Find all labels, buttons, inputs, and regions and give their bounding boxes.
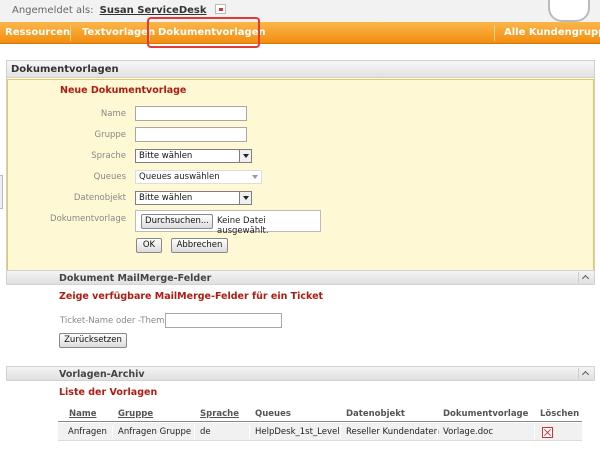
cell-separator xyxy=(194,425,195,439)
table-row[interactable]: Anfragen Anfragen Gruppe de HelpDesk_1st… xyxy=(58,423,582,441)
cell-dataobject: Reseller Kundendaten xyxy=(346,427,440,437)
main-nav: Ressourcen Textvorlagen Dokumentvorlagen… xyxy=(0,22,600,44)
delete-icon[interactable] xyxy=(542,427,553,438)
chevron-down-icon[interactable] xyxy=(239,150,251,162)
archive-section-title: Liste der Vorlagen xyxy=(59,387,158,398)
nav-item-ressourcen[interactable]: Ressourcen xyxy=(5,22,70,44)
ticket-label: Ticket-Name oder -Thema xyxy=(60,316,170,326)
nav-separator xyxy=(70,25,71,41)
chevron-down-icon[interactable] xyxy=(252,175,258,179)
document-label: Dokumentvorlage xyxy=(50,214,126,224)
collapse-up-icon[interactable] xyxy=(578,272,592,283)
cell-separator xyxy=(437,425,438,439)
panel-title: Dokumentvorlagen xyxy=(7,61,594,78)
column-header-queues: Queues xyxy=(255,409,291,419)
form-section-title: Neue Dokumentvorlage xyxy=(60,85,187,96)
collapse-up-icon[interactable] xyxy=(578,368,592,379)
mailmerge-title: Dokument MailMerge-Felder xyxy=(59,273,212,284)
ticket-input[interactable] xyxy=(165,313,282,328)
name-input[interactable] xyxy=(135,106,247,121)
column-header-group[interactable]: Gruppe xyxy=(118,409,153,419)
queues-multiselect[interactable]: Queues auswählen xyxy=(135,170,262,184)
language-label: Sprache xyxy=(91,151,126,161)
language-select-value: Bitte wählen xyxy=(139,151,193,161)
login-label: Angemeldet als: xyxy=(12,5,94,16)
column-header-delete: Löschen xyxy=(540,409,580,419)
mailmerge-section-title: Zeige verfügbare MailMerge-Felder für ei… xyxy=(59,291,324,302)
mailmerge-bar[interactable]: Dokument MailMerge-Felder xyxy=(6,270,595,285)
user-name-link[interactable]: Susan ServiceDesk xyxy=(100,5,207,16)
reset-button[interactable]: Zurücksetzen xyxy=(59,333,127,348)
queues-select-value: Queues auswählen xyxy=(139,172,220,182)
cell-language: de xyxy=(200,427,211,437)
ok-button[interactable]: OK xyxy=(136,238,162,253)
language-select[interactable]: Bitte wählen xyxy=(135,149,252,163)
active-tab-highlight xyxy=(147,17,260,48)
archive-bar[interactable]: Vorlagen-Archiv xyxy=(6,366,595,381)
dataobject-select-value: Bitte wählen xyxy=(139,193,193,203)
cell-separator xyxy=(249,425,250,439)
group-input[interactable] xyxy=(135,127,247,142)
templates-table-header: Name Gruppe Sprache Queues Datenobjekt D… xyxy=(58,408,582,422)
cell-separator xyxy=(112,425,113,439)
group-label: Gruppe xyxy=(94,130,127,140)
dataobject-label: Datenobjekt xyxy=(73,193,126,203)
chevron-down-icon[interactable] xyxy=(239,192,251,204)
browse-button[interactable]: Durchsuchen... xyxy=(141,214,213,229)
column-header-document: Dokumentvorlage xyxy=(443,409,529,419)
header-decoration-icon xyxy=(548,0,590,22)
no-file-text: Keine Datei ausgewählt. xyxy=(217,216,269,236)
cell-separator xyxy=(340,425,341,439)
name-label: Name xyxy=(100,109,126,119)
dataobject-select[interactable]: Bitte wählen xyxy=(135,191,252,205)
cancel-button[interactable]: Abbrechen xyxy=(171,238,228,253)
cell-name: Anfragen xyxy=(68,427,107,437)
cell-document[interactable]: Vorlage.doc xyxy=(443,427,493,437)
new-template-form: Neue Dokumentvorlage Name Gruppe Sprache… xyxy=(7,79,594,271)
archive-title: Vorlagen-Archiv xyxy=(59,369,145,380)
nav-separator xyxy=(494,25,495,41)
nav-item-textvorlagen[interactable]: Textvorlagen xyxy=(82,22,155,44)
queues-label: Queues xyxy=(93,172,126,182)
column-header-language[interactable]: Sprache xyxy=(200,409,239,419)
side-collapse-handle[interactable] xyxy=(0,175,3,209)
file-upload-field[interactable]: Durchsuchen... Keine Datei ausgewählt. xyxy=(135,210,321,236)
cell-separator xyxy=(534,425,535,439)
top-bar: Angemeldet als: Susan ServiceDesk xyxy=(0,0,600,22)
column-header-dataobject: Datenobjekt xyxy=(346,409,405,419)
nav-item-alle-kundengruppen[interactable]: Alle Kundengruppen xyxy=(504,22,600,44)
login-info: Angemeldet als: Susan ServiceDesk xyxy=(12,4,226,16)
logout-icon[interactable] xyxy=(214,4,226,14)
cell-group: Anfragen Gruppe xyxy=(118,427,192,437)
column-header-name[interactable]: Name xyxy=(69,409,96,419)
cell-queues: HelpDesk_1st_Level xyxy=(255,427,340,437)
document-templates-panel: Dokumentvorlagen Neue Dokumentvorlage Na… xyxy=(6,60,595,272)
